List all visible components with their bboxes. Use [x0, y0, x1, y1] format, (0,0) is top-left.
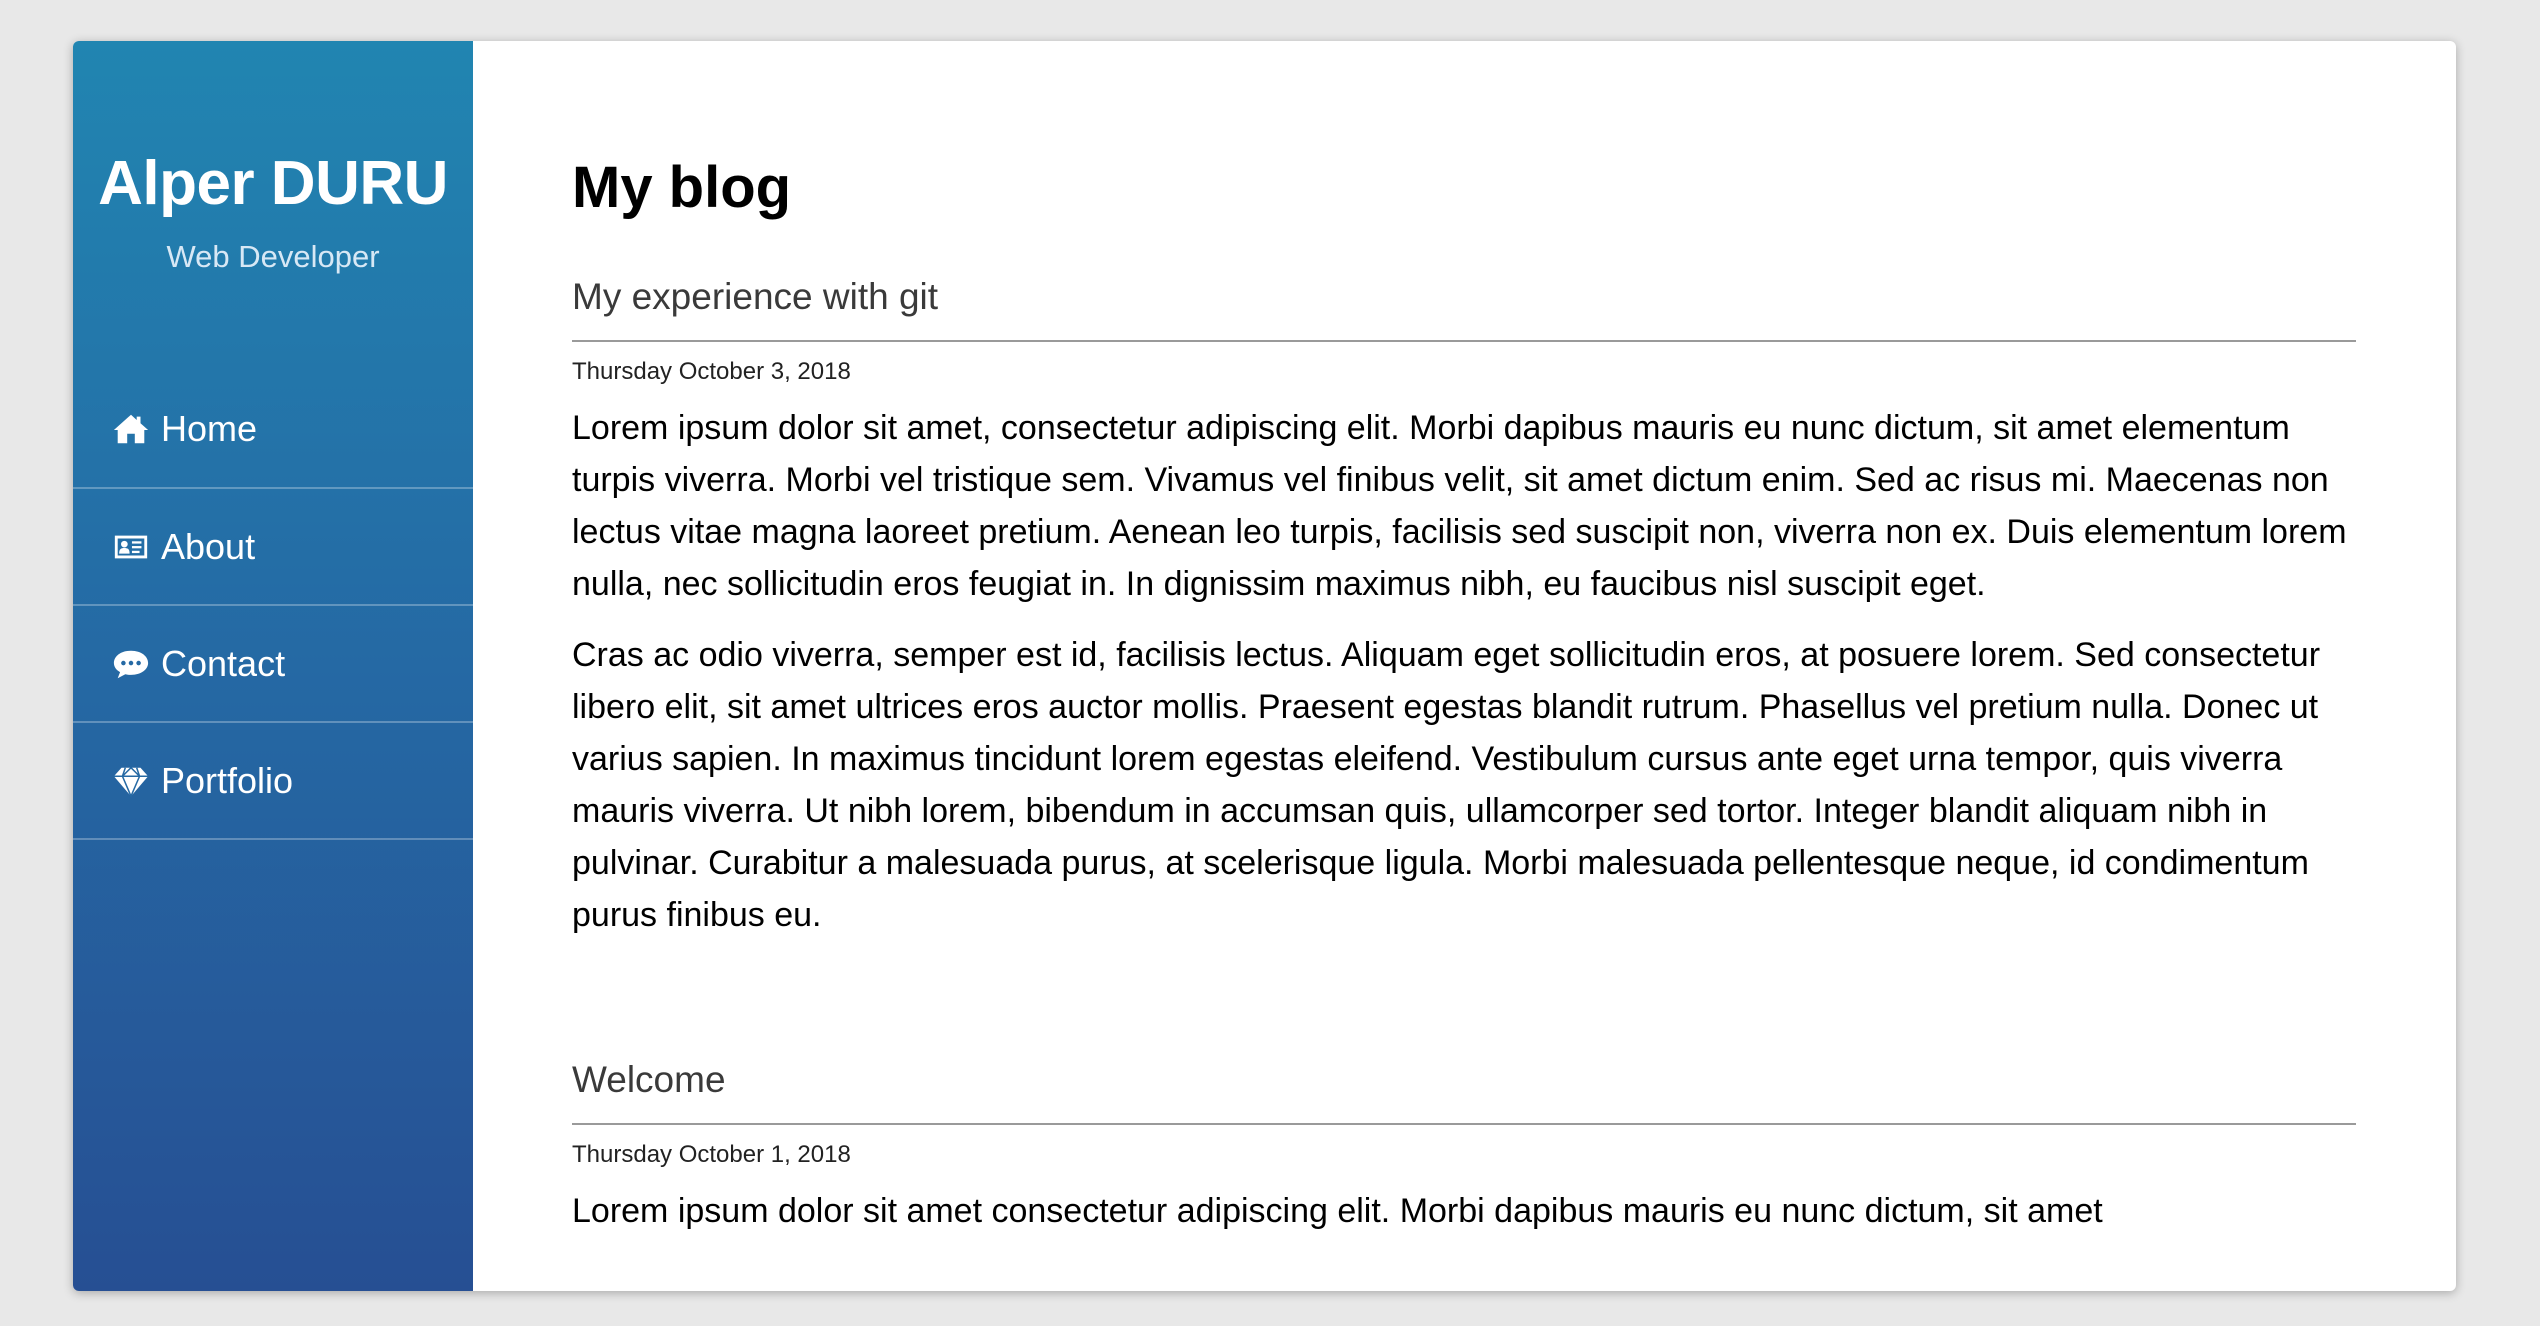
site-owner-role: Web Developer: [166, 239, 380, 274]
main-content: My blog My experience with git Thursday …: [473, 41, 2456, 1291]
post-paragraph: Cras ac odio viverra, semper est id, fac…: [572, 635, 2321, 934]
chat-bubble-icon: [111, 644, 151, 684]
id-card-icon: [111, 527, 151, 567]
sidebar-item-label: Portfolio: [161, 759, 294, 801]
sidebar-item-label: About: [161, 525, 256, 567]
app-window: Alper DURU Web Developer Home About Cont…: [73, 41, 2456, 1291]
post-title[interactable]: Welcome: [572, 1059, 2356, 1125]
sidebar-item-contact[interactable]: Contact: [73, 606, 473, 723]
blog-post: Welcome Thursday October 1, 2018 Lorem i…: [572, 1059, 2356, 1237]
blog-post: My experience with git Thursday October …: [572, 276, 2356, 941]
sidebar-item-home[interactable]: Home: [73, 371, 473, 489]
sidebar: Alper DURU Web Developer Home About Cont…: [73, 41, 473, 1291]
diamond-icon: [111, 761, 151, 801]
sidebar-item-label: Home: [161, 408, 258, 449]
brand: Alper DURU Web Developer: [73, 41, 473, 275]
sidebar-item-portfolio[interactable]: Portfolio: [73, 723, 473, 840]
post-date: Thursday October 1, 2018: [572, 1140, 851, 1168]
post-title[interactable]: My experience with git: [572, 276, 2356, 342]
sidebar-nav: Home About Contact Portfolio: [73, 371, 473, 840]
post-paragraph: Lorem ipsum dolor sit amet consectetur a…: [572, 1191, 2103, 1230]
site-owner-name[interactable]: Alper DURU: [73, 153, 473, 215]
post-paragraph: Lorem ipsum dolor sit amet, consectetur …: [572, 408, 2347, 603]
post-date: Thursday October 3, 2018: [572, 357, 851, 385]
page-title: My blog: [572, 155, 792, 220]
sidebar-item-about[interactable]: About: [73, 489, 473, 606]
home-icon: [111, 409, 151, 449]
sidebar-item-label: Contact: [161, 642, 286, 684]
